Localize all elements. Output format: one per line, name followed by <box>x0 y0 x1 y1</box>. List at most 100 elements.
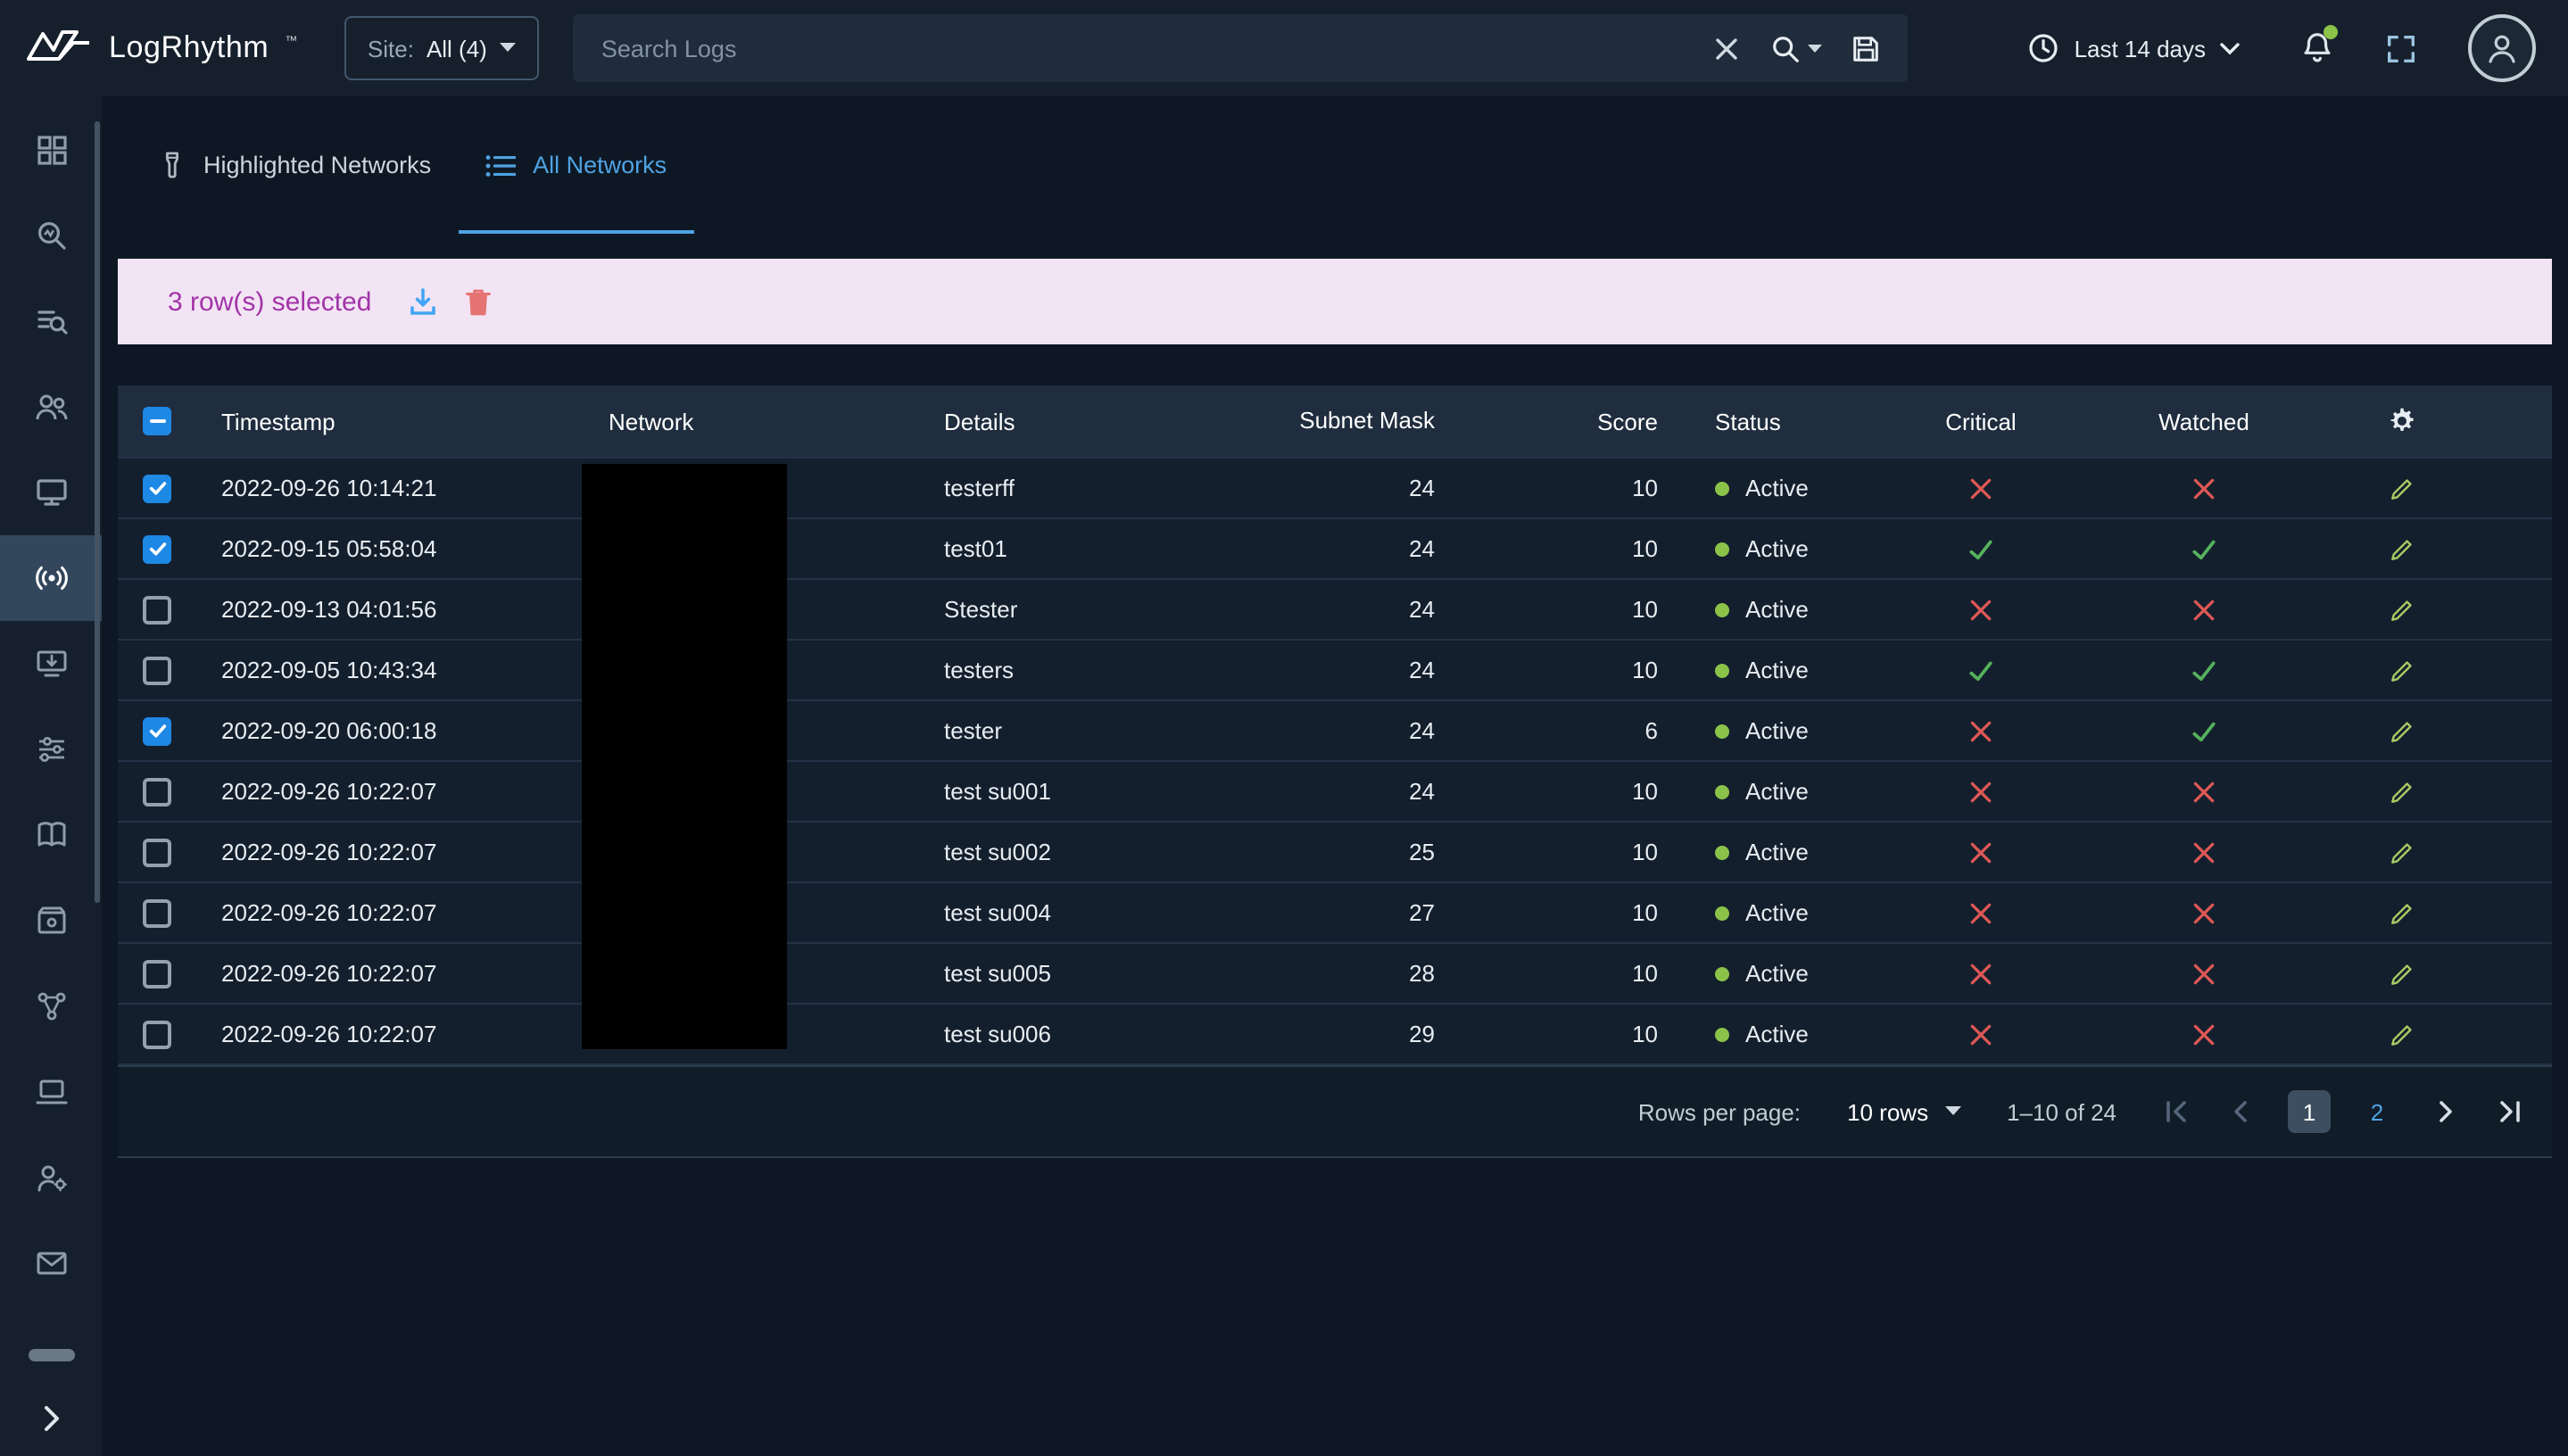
edit-row-button[interactable] <box>2387 777 2415 806</box>
mail-icon <box>33 1245 69 1281</box>
sidebar-item-knowledge[interactable] <box>0 792 102 878</box>
prev-page-button[interactable] <box>2231 1099 2249 1124</box>
page-button-2[interactable]: 2 <box>2356 1090 2398 1133</box>
sidebar-item-reports[interactable] <box>0 1220 102 1306</box>
edit-row-button[interactable] <box>2387 595 2415 624</box>
row-checkbox[interactable] <box>143 474 171 502</box>
workflow-nodes-icon <box>33 989 69 1024</box>
cell-select <box>118 1020 196 1048</box>
check-icon <box>1967 534 1995 563</box>
column-header-timestamp[interactable]: Timestamp <box>196 408 594 434</box>
tab-all-networks[interactable]: All Networks <box>458 96 693 234</box>
edit-row-button[interactable] <box>2387 656 2415 684</box>
sidebar-item-people[interactable] <box>0 364 102 450</box>
column-header-critical[interactable]: Critical <box>1893 408 2068 434</box>
cell-watched <box>2068 534 2340 563</box>
row-checkbox[interactable] <box>143 656 171 684</box>
dashboard-icon <box>33 132 69 168</box>
clock-icon <box>2028 32 2060 64</box>
sidebar-item-endpoints[interactable] <box>0 1049 102 1135</box>
cross-icon <box>1968 840 1993 864</box>
row-checkbox[interactable] <box>143 534 171 563</box>
edit-row-button[interactable] <box>2387 959 2415 988</box>
delete-selected-button[interactable] <box>464 286 493 317</box>
sidebar-item-hosts[interactable] <box>0 450 102 535</box>
clear-search-button[interactable] <box>1697 18 1758 79</box>
pencil-icon <box>2387 716 2415 745</box>
column-header-subnet-mask[interactable]: Subnet Mask <box>1278 407 1442 436</box>
users-icon <box>33 389 69 425</box>
cell-critical <box>1893 961 2068 986</box>
column-settings-button[interactable] <box>2385 405 2417 437</box>
row-checkbox[interactable] <box>143 716 171 745</box>
sidebar-item-administration[interactable] <box>0 1135 102 1220</box>
sidebar-item-deployment-monitor[interactable] <box>0 621 102 707</box>
first-page-button[interactable] <box>2163 1099 2191 1124</box>
search-submit-button[interactable] <box>1758 18 1836 79</box>
user-avatar[interactable] <box>2468 14 2536 82</box>
cell-score: 10 <box>1442 657 1658 683</box>
next-page-button[interactable] <box>2438 1099 2456 1124</box>
edit-row-button[interactable] <box>2387 716 2415 745</box>
sidebar-item-case-management[interactable] <box>0 878 102 964</box>
tabs: Highlighted Networks All Networks <box>118 96 2552 234</box>
select-all-checkbox[interactable] <box>143 407 171 435</box>
row-checkbox[interactable] <box>143 595 171 624</box>
column-header-status[interactable]: Status <box>1658 408 1893 434</box>
row-checkbox[interactable] <box>143 959 171 988</box>
sidebar-item-analyze[interactable] <box>0 193 102 278</box>
row-checkbox[interactable] <box>143 777 171 806</box>
rows-per-page-label: Rows per page: <box>1638 1098 1801 1125</box>
cell-status: Active <box>1658 535 1893 562</box>
download-selected-button[interactable] <box>407 285 439 318</box>
row-checkbox[interactable] <box>143 898 171 927</box>
sidebar-drag-handle[interactable] <box>28 1349 74 1361</box>
column-header-network[interactable]: Network <box>594 408 944 434</box>
pencil-icon <box>2387 595 2415 624</box>
cross-icon <box>2191 597 2216 622</box>
edit-row-button[interactable] <box>2387 474 2415 502</box>
row-checkbox[interactable] <box>143 838 171 866</box>
site-selector[interactable]: Site: All (4) <box>344 16 539 80</box>
sidebar-item-configuration[interactable] <box>0 707 102 792</box>
status-dot <box>1715 845 1729 859</box>
edit-row-button[interactable] <box>2387 534 2415 563</box>
tab-highlighted-networks[interactable]: Highlighted Networks <box>132 96 458 234</box>
sidebar-item-dashboards[interactable] <box>0 107 102 193</box>
column-header-details[interactable]: Details <box>944 408 1278 434</box>
status-dot <box>1715 724 1729 738</box>
sidebar-scrollbar-thumb[interactable] <box>95 121 100 903</box>
pencil-icon <box>2387 898 2415 927</box>
row-checkbox[interactable] <box>143 1020 171 1048</box>
rows-per-page-select[interactable]: 10 rows <box>1847 1098 1960 1125</box>
sidebar-expand-button[interactable] <box>0 1402 102 1435</box>
column-header-watched[interactable]: Watched <box>2068 408 2340 434</box>
edit-row-button[interactable] <box>2387 838 2415 866</box>
cell-critical <box>1893 718 2068 743</box>
notifications-button[interactable] <box>2300 30 2334 66</box>
box-gear-icon <box>33 903 69 939</box>
time-range-selector[interactable]: Last 14 days <box>2028 32 2240 64</box>
column-header-score[interactable]: Score <box>1442 408 1658 434</box>
edit-row-button[interactable] <box>2387 898 2415 927</box>
sidebar-item-log-search[interactable] <box>0 278 102 364</box>
edit-row-button[interactable] <box>2387 1020 2415 1048</box>
cell-timestamp: 2022-09-26 10:22:07 <box>196 960 594 987</box>
save-search-button[interactable] <box>1836 18 1897 79</box>
last-page-button[interactable] <box>2495 1099 2523 1124</box>
fullscreen-button[interactable] <box>2384 31 2418 65</box>
cell-timestamp: 2022-09-26 10:22:07 <box>196 839 594 865</box>
sidebar-item-networks[interactable] <box>0 535 102 621</box>
search-input[interactable] <box>598 33 1697 63</box>
pagination-range: 1–10 of 24 <box>2007 1098 2117 1125</box>
cell-status: Active <box>1658 1021 1893 1047</box>
page-button-1[interactable]: 1 <box>2288 1090 2331 1133</box>
cell-score: 6 <box>1442 717 1658 744</box>
status-text: Active <box>1745 475 1809 501</box>
pencil-icon <box>2387 959 2415 988</box>
sidebar-item-workflows[interactable] <box>0 964 102 1049</box>
cell-status: Active <box>1658 960 1893 987</box>
cell-timestamp: 2022-09-20 06:00:18 <box>196 717 594 744</box>
pencil-icon <box>2387 656 2415 684</box>
chevron-down-icon <box>1809 44 1823 53</box>
